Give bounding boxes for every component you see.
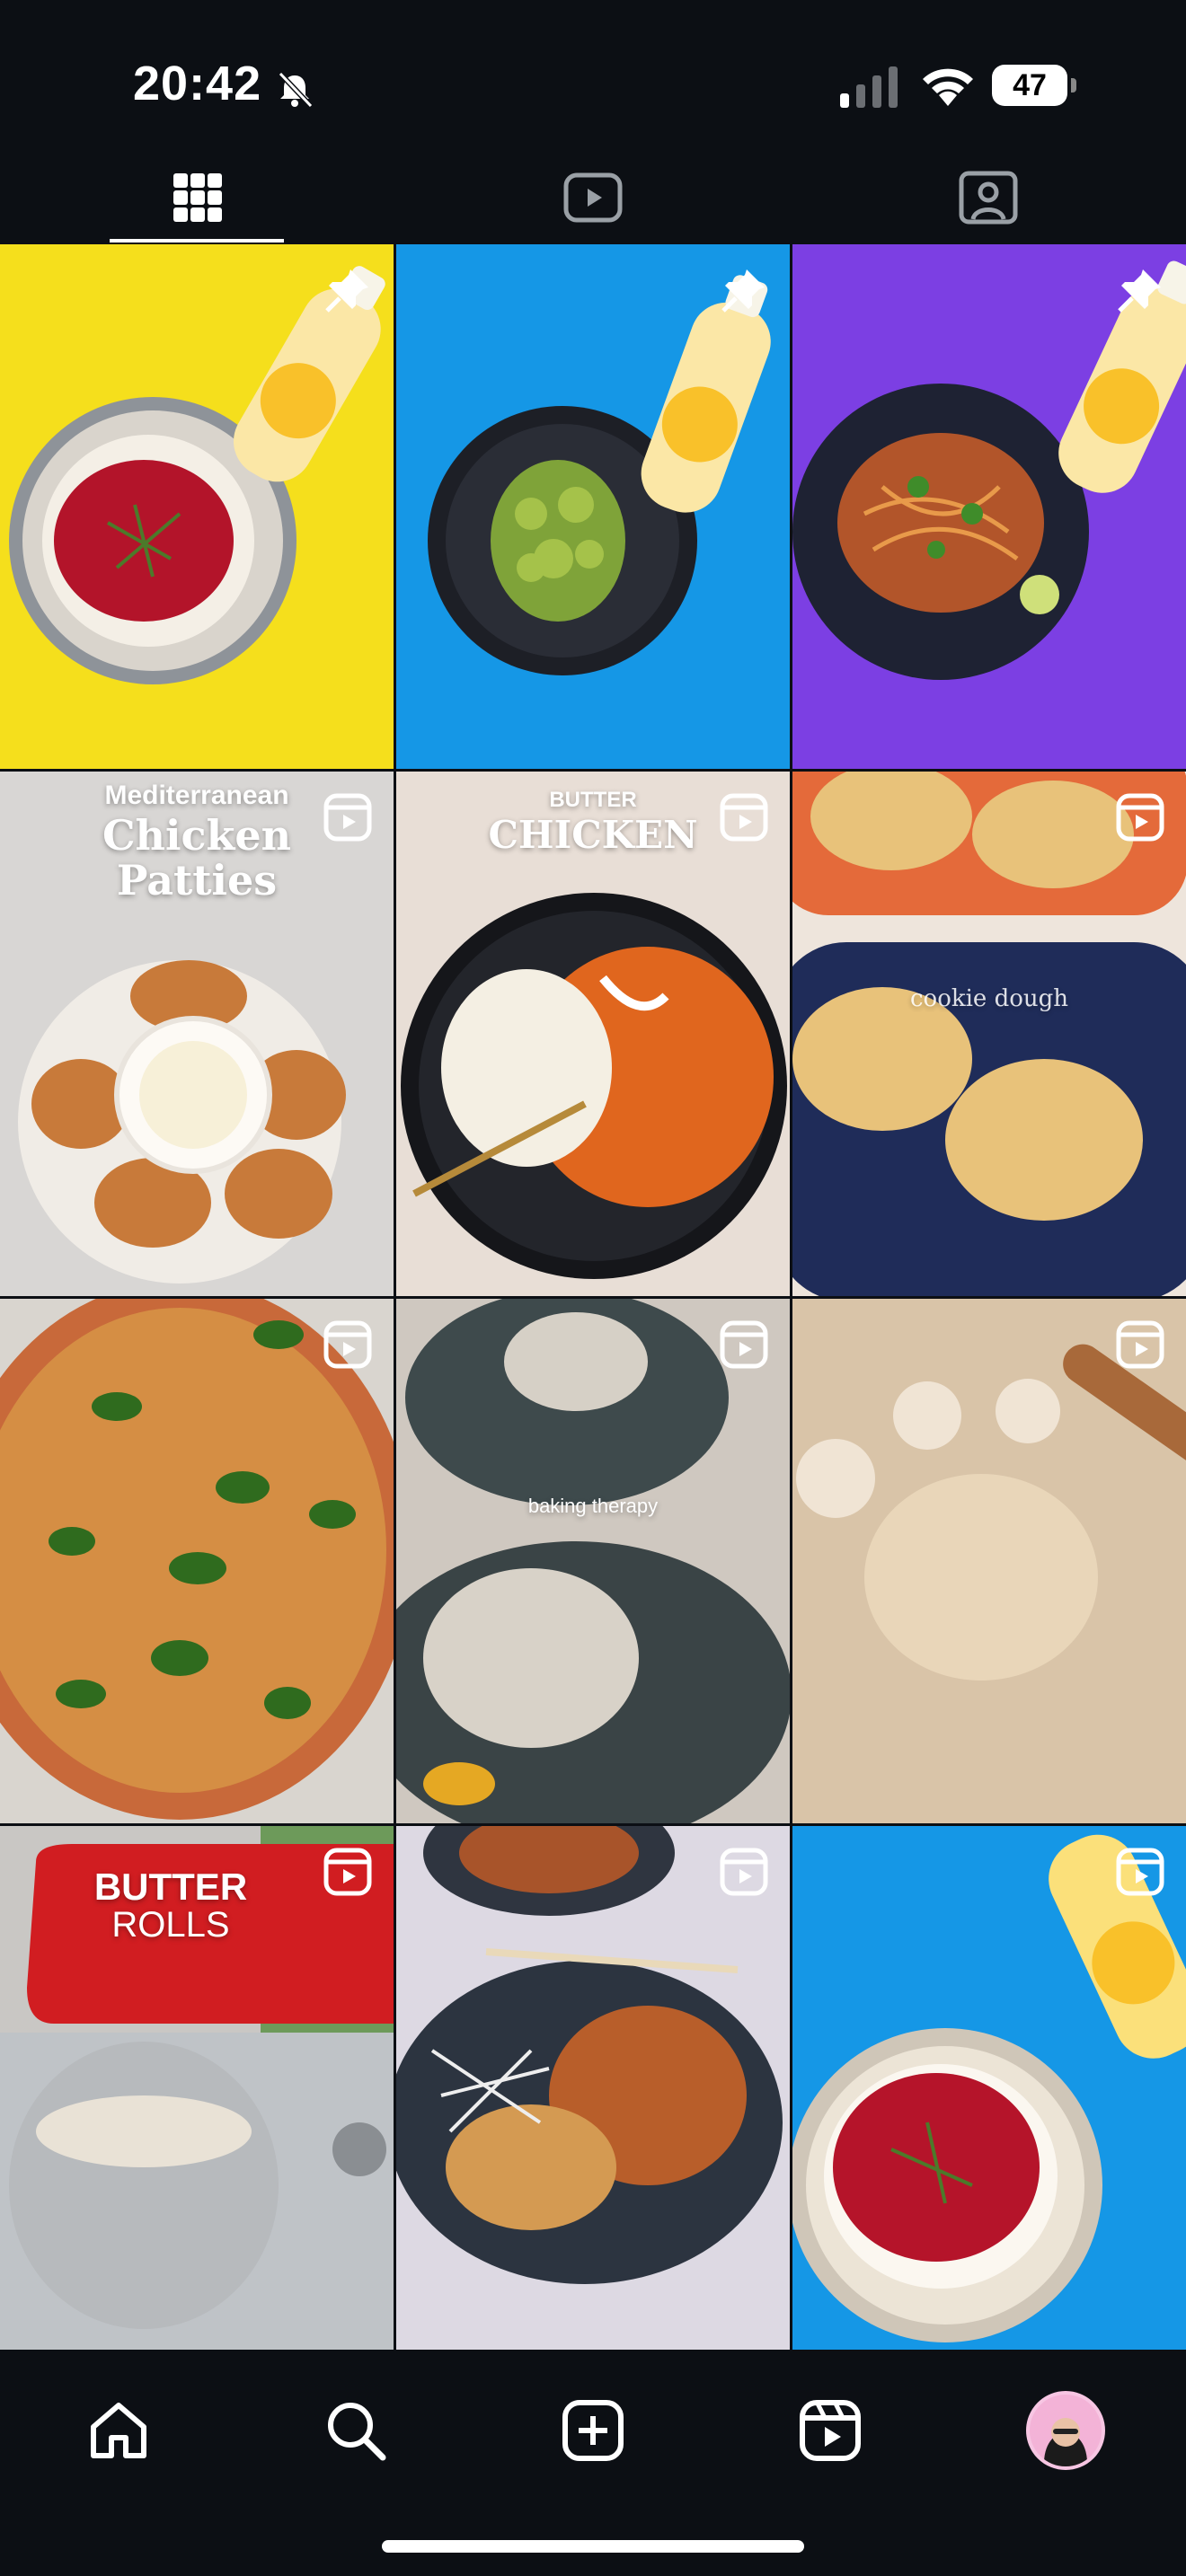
posts-grid: Mediterranean Chicken Patties BUTTER CHI… xyxy=(0,244,1186,2351)
tab-grid[interactable] xyxy=(0,153,395,243)
nav-create[interactable] xyxy=(548,2386,638,2475)
reel-icon xyxy=(323,793,372,842)
nav-home[interactable] xyxy=(74,2386,164,2475)
search-icon xyxy=(328,2403,386,2461)
home-icon xyxy=(91,2403,146,2458)
post-title-top: BUTTER xyxy=(93,1866,248,1908)
post-image xyxy=(396,1826,783,2284)
post-tile[interactable] xyxy=(792,244,1186,769)
post-title-sub: Patties xyxy=(116,856,278,904)
reel-icon xyxy=(1116,1320,1164,1369)
reel-icon xyxy=(1116,1848,1164,1896)
post-image xyxy=(792,260,1186,680)
pinned-icon xyxy=(721,269,765,313)
post-image xyxy=(792,1834,1186,2342)
post-tile[interactable] xyxy=(792,1299,1186,1823)
reels-icon xyxy=(563,172,623,223)
battery-indicator: 47 xyxy=(992,65,1076,106)
cellular-signal-icon xyxy=(840,66,898,108)
tagged-icon xyxy=(959,171,1018,225)
reels-nav-icon xyxy=(800,2400,861,2461)
bell-muted-icon xyxy=(278,71,314,109)
tab-tagged[interactable] xyxy=(791,153,1186,243)
reel-icon xyxy=(720,1848,768,1896)
pinned-icon xyxy=(325,269,368,313)
post-tile[interactable]: Mediterranean Chicken Patties xyxy=(0,772,394,1296)
pinned-icon xyxy=(1118,269,1161,313)
post-caption: baking therapy xyxy=(527,1495,659,1517)
reel-icon xyxy=(1116,793,1164,842)
post-tile[interactable]: baking therapy xyxy=(396,1299,790,1823)
post-tile[interactable]: BUTTER CHICKEN xyxy=(396,772,790,1296)
post-image xyxy=(428,275,771,675)
battery-level: 47 xyxy=(992,65,1067,106)
post-title-main: ROLLS xyxy=(111,1905,230,1945)
post-tile[interactable]: BUTTER ROLLS xyxy=(0,1826,394,2351)
grid-icon xyxy=(173,173,222,222)
status-bar: 20:42 47 xyxy=(0,0,1186,153)
reel-icon xyxy=(720,793,768,842)
reel-icon xyxy=(323,1848,372,1896)
post-image xyxy=(9,266,385,684)
create-icon xyxy=(562,2400,624,2461)
post-image xyxy=(796,1344,1186,1681)
home-indicator xyxy=(382,2540,804,2553)
reel-icon xyxy=(720,1320,768,1369)
post-tile[interactable]: cookie dough xyxy=(792,772,1186,1296)
nav-search[interactable] xyxy=(311,2386,401,2475)
post-tile[interactable] xyxy=(0,244,394,769)
profile-content-tabs xyxy=(0,153,1186,243)
post-caption: cookie dough xyxy=(909,985,1069,1012)
post-tile[interactable] xyxy=(396,244,790,769)
post-image xyxy=(0,1299,394,1820)
post-image xyxy=(396,1299,790,1823)
wifi-icon xyxy=(923,68,973,106)
profile-avatar xyxy=(1026,2391,1105,2470)
post-tile[interactable] xyxy=(396,1826,790,2351)
post-image xyxy=(792,772,1186,1296)
post-tile[interactable] xyxy=(0,1299,394,1823)
nav-profile[interactable] xyxy=(1021,2386,1111,2475)
reel-icon xyxy=(323,1320,372,1369)
nav-reels[interactable] xyxy=(785,2386,875,2475)
clock: 20:42 xyxy=(133,57,262,110)
tab-reels[interactable] xyxy=(395,153,791,243)
post-tile[interactable] xyxy=(792,1826,1186,2351)
